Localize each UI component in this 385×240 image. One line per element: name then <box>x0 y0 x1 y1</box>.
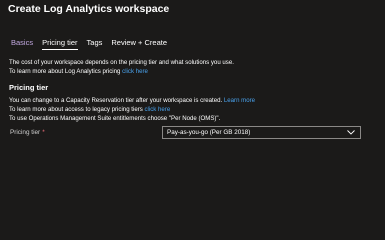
oms-entitlements-line: To use Operations Management Suite entit… <box>9 115 221 122</box>
legacy-tiers-text: To learn more about access to legacy pri… <box>9 106 143 113</box>
tab-tags[interactable]: Tags <box>87 38 103 47</box>
tab-review-create[interactable]: Review + Create <box>111 38 167 47</box>
intro-text: The cost of your workspace depends on th… <box>9 58 234 76</box>
pricing-tier-dropdown[interactable]: Pay-as-you-go (Per GB 2018) <box>162 126 361 139</box>
required-marker: * <box>42 129 45 136</box>
legacy-tiers-line: To learn more about access to legacy pri… <box>9 105 255 114</box>
pricing-tier-description: You can change to a Capacity Reservation… <box>9 96 255 123</box>
intro-line-pricing: To learn more about Log Analytics pricin… <box>9 67 234 76</box>
create-workspace-page: Create Log Analytics workspace Basics Pr… <box>0 0 385 240</box>
learn-more-link[interactable]: Learn more <box>224 97 255 104</box>
capacity-reservation-line: You can change to a Capacity Reservation… <box>9 96 255 105</box>
wizard-tabs: Basics Pricing tier Tags Review + Create <box>11 38 167 50</box>
legacy-tiers-link[interactable]: click here <box>145 106 171 113</box>
pricing-info-link[interactable]: click here <box>122 68 148 75</box>
chevron-down-icon <box>347 130 355 135</box>
intro-line-cost: The cost of your workspace depends on th… <box>9 59 234 66</box>
tab-pricing-tier[interactable]: Pricing tier <box>42 38 78 50</box>
pricing-tier-field-label: Pricing tier * <box>10 129 45 136</box>
pricing-tier-label-text: Pricing tier <box>10 129 41 136</box>
capacity-reservation-text: You can change to a Capacity Reservation… <box>9 97 223 104</box>
intro-pricing-label: To learn more about Log Analytics pricin… <box>9 68 121 75</box>
pricing-tier-heading: Pricing tier <box>9 83 49 92</box>
tab-basics[interactable]: Basics <box>11 38 33 47</box>
pricing-tier-selected-value: Pay-as-you-go (Per GB 2018) <box>167 129 251 136</box>
page-title: Create Log Analytics workspace <box>8 3 170 15</box>
